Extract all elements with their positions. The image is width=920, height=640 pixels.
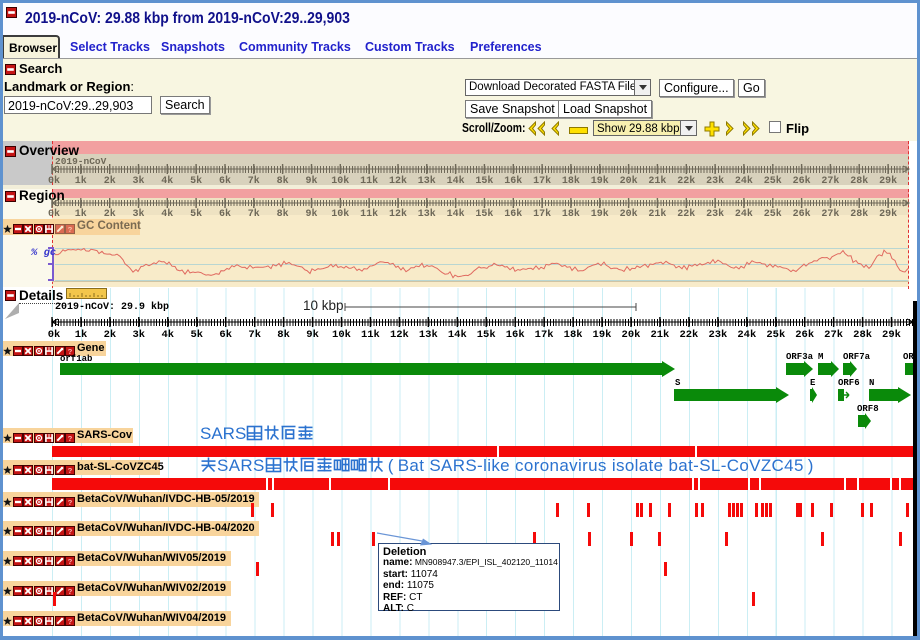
svg-text:?: ?	[68, 587, 73, 596]
svg-text:?: ?	[68, 498, 73, 507]
svg-text:?: ?	[68, 557, 73, 566]
svg-text:?: ?	[68, 466, 73, 475]
svg-text:?: ?	[68, 527, 73, 536]
svg-text:?: ?	[68, 434, 73, 443]
svg-text:?: ?	[68, 617, 73, 626]
